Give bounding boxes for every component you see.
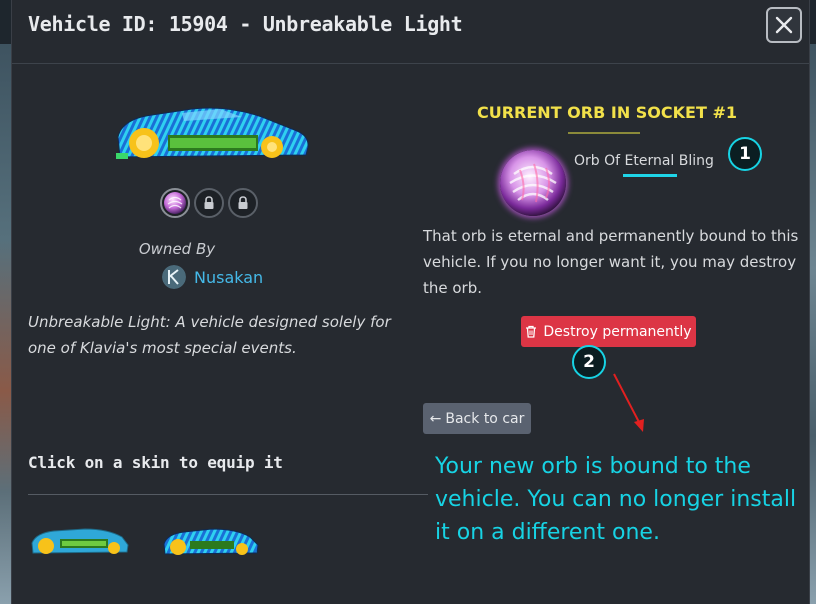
socket-3-locked[interactable] [228,188,258,218]
destroy-label: Destroy permanently [543,323,692,340]
lock-icon [238,196,248,209]
arrow-left-icon: ← [429,410,442,427]
skin-option-2[interactable] [162,527,260,557]
modal-title: Vehicle ID: 15904 - Unbreakable Light [28,12,463,36]
owned-by-label: Owned By [138,240,216,258]
annotation-arrow-icon [613,373,644,432]
trash-icon [526,325,537,338]
back-to-car-button[interactable]: ← Back to car [423,403,531,434]
annotation-badge-1: 1 [728,137,762,171]
modal-header: Vehicle ID: 15904 - Unbreakable Light [12,0,809,64]
skin-option-1[interactable] [30,525,130,557]
socket-1[interactable] [160,188,190,218]
owner-info: Nusakan [162,265,263,289]
owner-name-link[interactable]: Nusakan [194,268,263,287]
annotation-note: Your new orb is bound to the vehicle. Yo… [435,454,797,545]
lock-icon [204,196,214,209]
orb-heading: CURRENT ORB IN SOCKET #1 [477,103,737,122]
orb-image [500,150,566,216]
back-label: Back to car [445,410,525,427]
heading-underline [568,132,640,134]
owner-avatar [162,265,186,289]
vehicle-modal: Vehicle ID: 15904 - Unbreakable Light Ow… [11,0,810,604]
annotation-badge-2: 2 [572,345,606,379]
close-button[interactable] [766,7,802,43]
orb-message: That orb is eternal and permanently boun… [423,227,799,297]
close-icon [775,16,793,34]
destroy-permanently-button[interactable]: Destroy permanently [521,316,696,347]
vehicle-image [116,107,309,159]
annotation-underline [623,174,677,177]
orb-thumbnail-icon [164,192,186,214]
page-background-left [0,44,11,604]
socket-2-locked[interactable] [194,188,224,218]
skin-heading: Click on a skin to equip it [28,453,283,472]
orb-sockets [160,188,258,218]
orb-name: Orb Of Eternal Bling [574,153,714,169]
divider [28,494,428,495]
vehicle-description: Unbreakable Light: A vehicle designed so… [28,313,391,357]
